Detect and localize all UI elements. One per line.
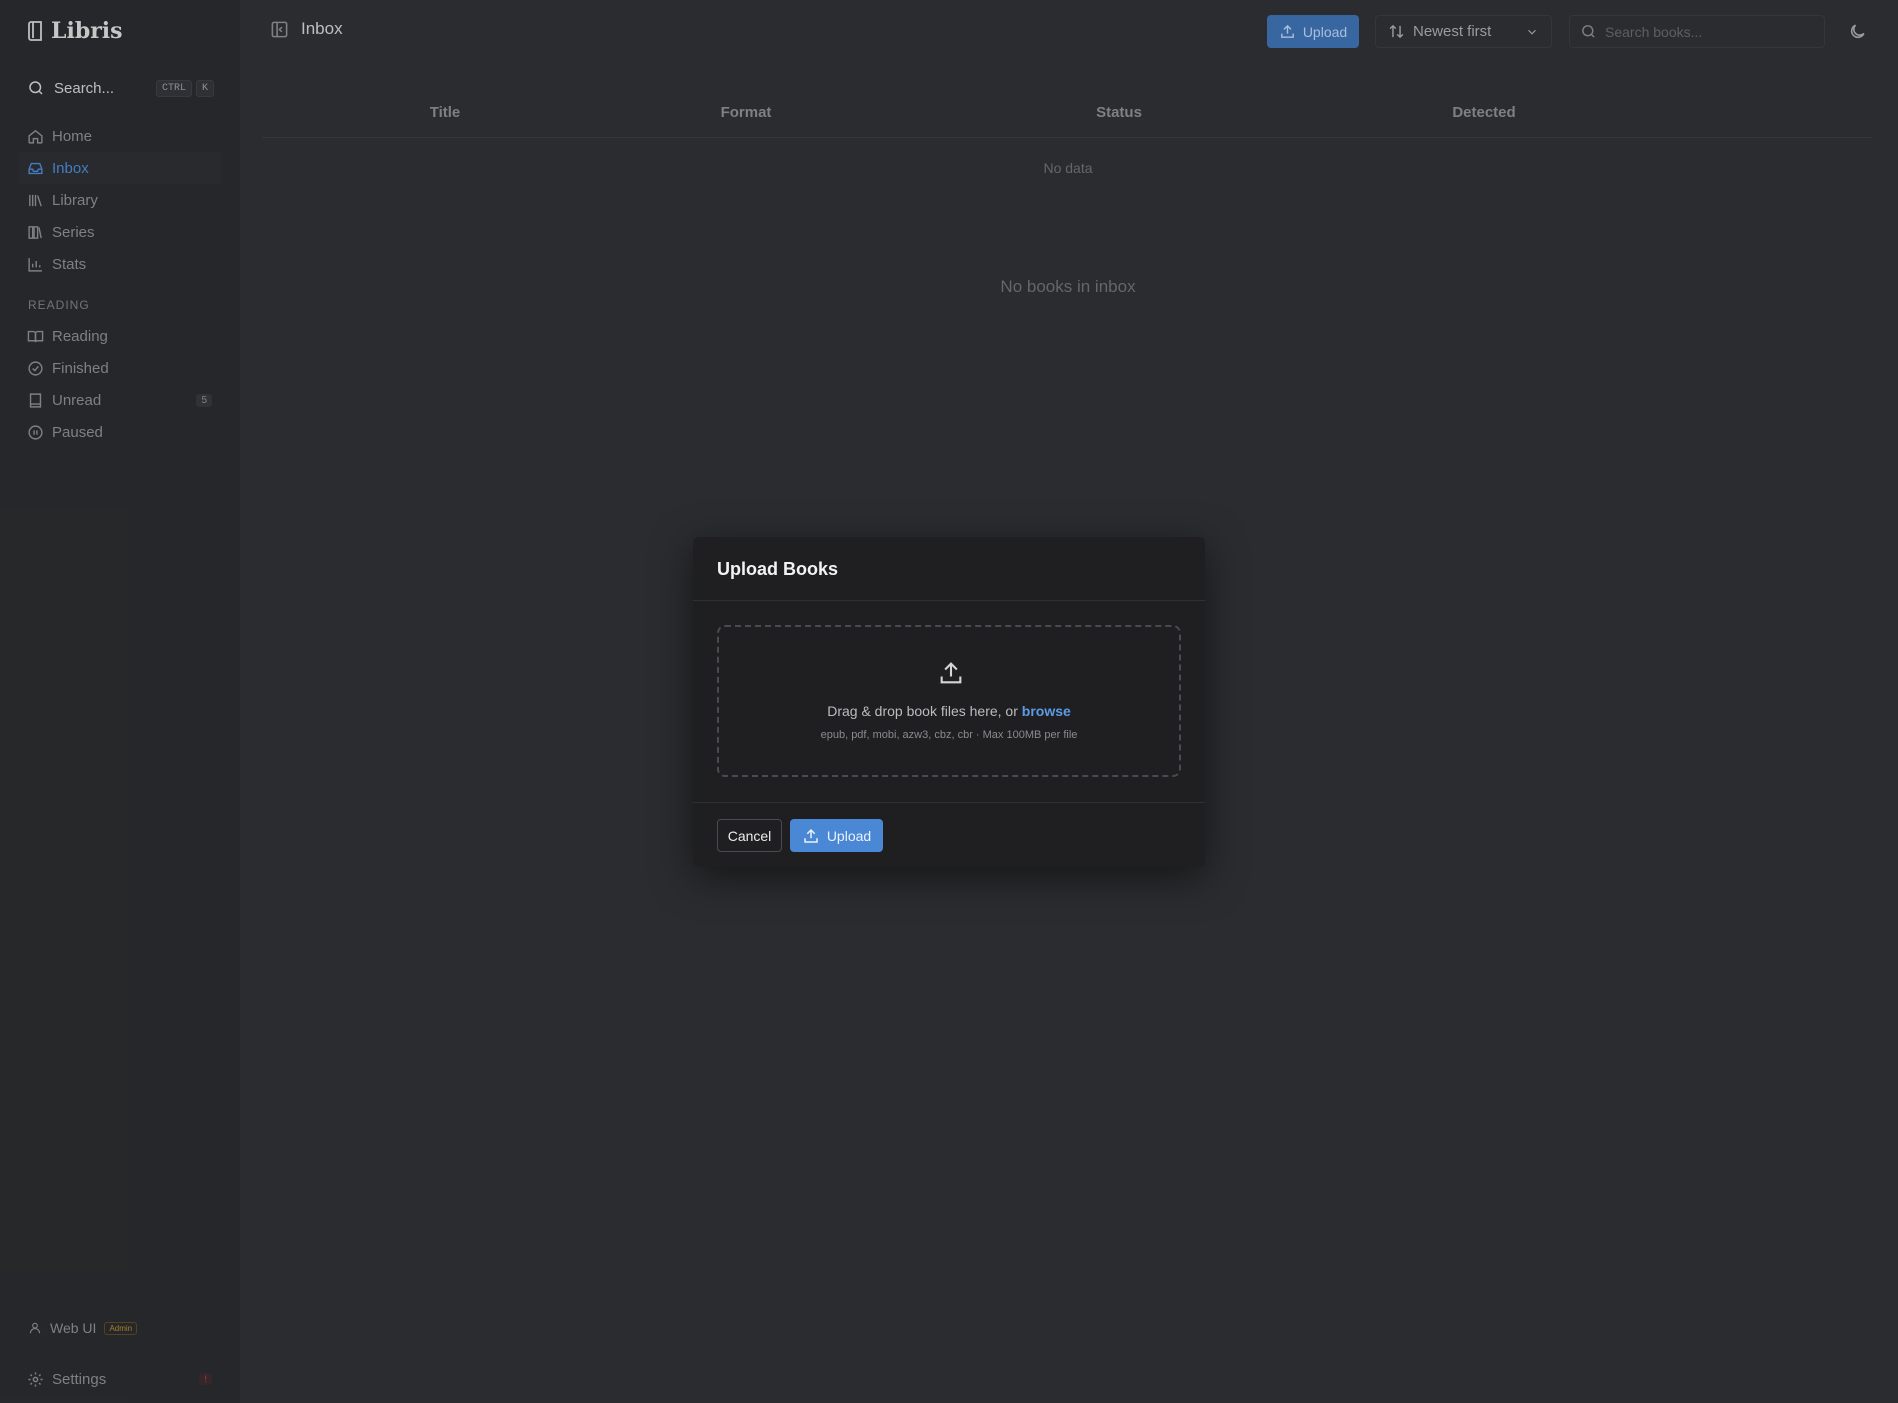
dropzone-instructions: Drag & drop book files here, or browse [719,703,1179,719]
dialog-title: Upload Books [717,559,839,579]
app-root: Libris Search... CTRL K Home Inbox Libra… [0,0,1898,1403]
file-dropzone[interactable]: Drag & drop book files here, or browse e… [717,625,1181,777]
dropzone-text: Drag & drop book files here, or [827,703,1022,719]
divider [693,802,1205,803]
dropzone-hint: epub, pdf, mobi, azw3, cbz, cbr · Max 10… [820,729,1078,741]
cancel-button[interactable]: Cancel [717,819,782,852]
upload-icon [940,662,962,684]
dialog-upload-label: Upload [826,827,872,844]
upload-dialog: Upload Books Drag & drop book files here… [693,537,1205,867]
divider [693,600,1205,601]
browse-link[interactable]: browse [1022,703,1071,719]
dialog-upload-button[interactable]: Upload [790,819,883,852]
upload-icon [804,828,818,843]
